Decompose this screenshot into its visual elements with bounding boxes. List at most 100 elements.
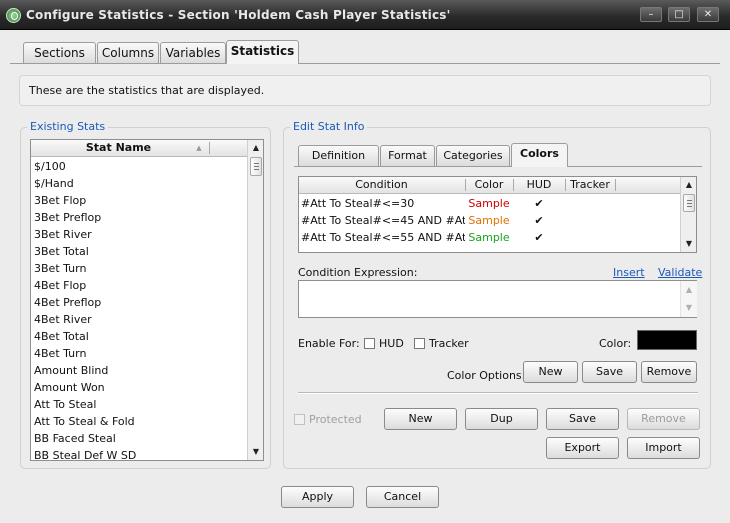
table-row[interactable]: #Att To Steal#<=30 Sample ✔ xyxy=(299,195,680,212)
tracker-column-header[interactable]: Tracker xyxy=(566,177,614,194)
tab-columns[interactable]: Columns xyxy=(97,42,159,64)
scroll-down-icon[interactable]: ▼ xyxy=(682,300,696,316)
stats-list[interactable]: Stat Name ▲ ▲ ▼ $/100 $/Hand 3Bet Flop 3Bet… xyxy=(30,139,264,461)
color-label: Color: xyxy=(599,337,632,350)
stat-new-button[interactable]: New xyxy=(384,408,457,430)
dialog-body: Sections Columns Variables Statistics Th… xyxy=(4,31,726,519)
scroll-up-icon[interactable]: ▲ xyxy=(682,282,696,298)
color-column-header[interactable]: Color xyxy=(466,177,512,194)
condition-cell: #Att To Steal#<=55 AND #Att To xyxy=(301,231,465,244)
color-new-button[interactable]: New xyxy=(523,361,578,383)
list-item[interactable]: 3Bet Total xyxy=(34,243,89,260)
list-item[interactable]: 3Bet River xyxy=(34,226,92,243)
existing-stats-title: Existing Stats xyxy=(27,120,109,133)
import-button[interactable]: Import xyxy=(627,437,700,459)
apply-button[interactable]: Apply xyxy=(281,486,354,508)
edit-stat-info-group: Edit Stat Info Definition Format Categor… xyxy=(283,120,711,469)
list-item[interactable]: 4Bet River xyxy=(34,311,92,328)
table-row[interactable]: #Att To Steal#<=55 AND #Att ToSample ✔ xyxy=(299,229,680,246)
condition-expression-input[interactable]: ▲ ▼ xyxy=(298,280,697,318)
list-item[interactable]: $/100 xyxy=(34,158,66,175)
edit-stat-info-title: Edit Stat Info xyxy=(290,120,368,133)
list-item[interactable]: 4Bet Flop xyxy=(34,277,86,294)
stat-dup-button[interactable]: Dup xyxy=(465,408,538,430)
close-button[interactable]: ✕ xyxy=(697,7,719,22)
condition-cell: #Att To Steal#<=30 xyxy=(301,197,415,210)
existing-stats-group: Existing Stats Stat Name ▲ ▲ ▼ $/100 $/Ha… xyxy=(20,120,271,469)
export-button[interactable]: Export xyxy=(546,437,619,459)
info-text: These are the statistics that are displa… xyxy=(29,84,265,97)
expression-scrollbar[interactable]: ▲ ▼ xyxy=(680,281,697,317)
scroll-down-icon[interactable]: ▼ xyxy=(682,236,696,251)
conditions-list-header: Condition Color HUD Tracker xyxy=(299,177,680,194)
color-sample-cell: Sample xyxy=(468,197,510,210)
protected-checkbox[interactable] xyxy=(294,414,305,425)
minimize-button[interactable]: – xyxy=(640,7,662,22)
info-box: These are the statistics that are displa… xyxy=(19,75,711,106)
stats-list-header: Stat Name ▲ xyxy=(31,140,247,157)
hud-check-icon: ✔ xyxy=(534,197,544,210)
subtab-strip-line xyxy=(294,166,702,167)
scroll-thumb[interactable] xyxy=(683,194,695,212)
list-item[interactable]: 3Bet Flop xyxy=(34,192,86,209)
app-icon xyxy=(6,8,21,23)
hud-checkbox[interactable] xyxy=(364,338,375,349)
list-item[interactable]: 4Bet Preflop xyxy=(34,294,101,311)
condition-expression-label: Condition Expression: xyxy=(298,266,418,279)
hud-check-icon: ✔ xyxy=(534,231,544,244)
list-item[interactable]: BB Faced Steal xyxy=(34,430,116,447)
list-item[interactable]: BB Steal Def W SD xyxy=(34,447,136,460)
validate-link[interactable]: Validate xyxy=(658,266,702,279)
scroll-thumb[interactable] xyxy=(250,157,262,176)
column-separator xyxy=(209,142,210,154)
insert-link[interactable]: Insert xyxy=(613,266,645,279)
sort-arrow-icon: ▲ xyxy=(196,144,202,152)
hud-column-header[interactable]: HUD xyxy=(514,177,564,194)
color-sample-cell: Sample xyxy=(468,214,510,227)
condition-column-header[interactable]: Condition xyxy=(299,177,464,194)
protected-label: Protected xyxy=(309,413,362,426)
list-item[interactable]: 3Bet Turn xyxy=(34,260,86,277)
stat-save-button[interactable]: Save xyxy=(546,408,619,430)
list-item[interactable]: Amount Won xyxy=(34,379,105,396)
maximize-button[interactable]: □ xyxy=(668,7,690,22)
list-item[interactable]: 4Bet Turn xyxy=(34,345,86,362)
tab-format[interactable]: Format xyxy=(380,145,435,167)
tab-statistics[interactable]: Statistics xyxy=(226,40,299,64)
list-item[interactable]: $/Hand xyxy=(34,175,74,192)
tracker-checkbox[interactable] xyxy=(414,338,425,349)
tab-definition[interactable]: Definition xyxy=(298,145,379,167)
table-row[interactable]: #Att To Steal#<=45 AND #Att ToSample ✔ xyxy=(299,212,680,229)
enable-for-label: Enable For: xyxy=(298,337,360,350)
condition-cell: #Att To Steal#<=45 AND #Att To xyxy=(301,214,465,227)
separator xyxy=(298,392,698,394)
stat-name-column-header[interactable]: Stat Name xyxy=(31,140,206,157)
scroll-up-icon[interactable]: ▲ xyxy=(682,177,696,192)
conditions-list-scrollbar[interactable]: ▲ ▼ xyxy=(680,177,696,252)
tab-variables[interactable]: Variables xyxy=(160,42,226,64)
list-item[interactable]: Att To Steal xyxy=(34,396,96,413)
scroll-up-icon[interactable]: ▲ xyxy=(249,140,263,155)
list-item[interactable]: Amount Blind xyxy=(34,362,108,379)
tab-categories[interactable]: Categories xyxy=(436,145,510,167)
tab-sections[interactable]: Sections xyxy=(23,42,96,64)
stat-remove-button[interactable]: Remove xyxy=(627,408,700,430)
list-item[interactable]: 3Bet Preflop xyxy=(34,209,101,226)
hud-checkbox-label: HUD xyxy=(379,337,404,350)
hud-check-icon: ✔ xyxy=(534,214,544,227)
title-bar[interactable]: Configure Statistics - Section 'Holdem C… xyxy=(0,0,730,30)
list-item[interactable]: Att To Steal & Fold xyxy=(34,413,135,430)
window-title: Configure Statistics - Section 'Holdem C… xyxy=(26,8,451,22)
scroll-down-icon[interactable]: ▼ xyxy=(249,444,263,459)
list-item[interactable]: 4Bet Total xyxy=(34,328,89,345)
tab-colors[interactable]: Colors xyxy=(511,143,568,167)
column-separator xyxy=(615,179,616,191)
tab-strip-line xyxy=(10,63,720,64)
stats-list-scrollbar[interactable]: ▲ ▼ xyxy=(247,140,263,460)
cancel-button[interactable]: Cancel xyxy=(366,486,439,508)
color-save-button[interactable]: Save xyxy=(582,361,637,383)
color-conditions-list[interactable]: Condition Color HUD Tracker ▲ ▼ #Att To … xyxy=(298,176,697,253)
color-remove-button[interactable]: Remove xyxy=(641,361,697,383)
color-swatch[interactable] xyxy=(637,330,697,350)
color-sample-cell: Sample xyxy=(468,231,510,244)
